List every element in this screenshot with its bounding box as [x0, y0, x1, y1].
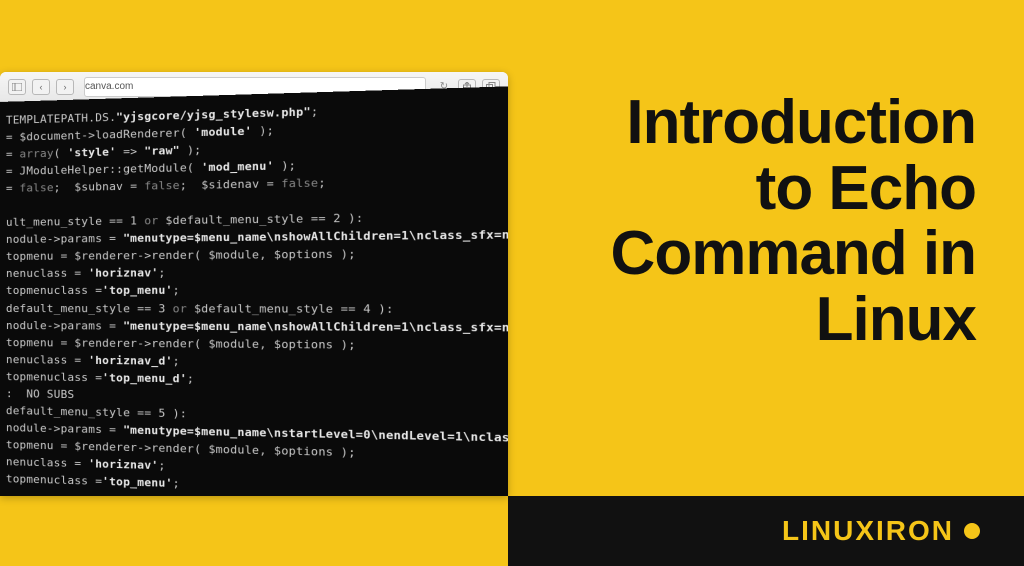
nav-forward-icon[interactable]: ›	[56, 79, 74, 95]
code-block: TEMPLATEPATH.DS."yjsgcore/yjsg_stylesw.p…	[6, 96, 508, 496]
browser-window: ‹ › canva.com ↻ TEMPLATEPATH.DS."yjsgcor…	[0, 72, 508, 496]
headline-line: Command in	[611, 221, 976, 287]
headline-line: to Echo	[611, 156, 976, 222]
code-viewport: TEMPLATEPATH.DS."yjsgcore/yjsg_stylesw.p…	[0, 85, 508, 496]
headline-line: Linux	[611, 287, 976, 353]
nav-back-icon[interactable]: ‹	[32, 79, 50, 95]
footer-bar: LINUXIRON	[508, 496, 1024, 566]
headline-line: Introduction	[611, 90, 976, 156]
address-url: canva.com	[85, 81, 133, 92]
brand-dot-icon	[964, 523, 980, 539]
headline: Introduction to Echo Command in Linux	[611, 90, 976, 353]
brand-text: LINUXIRON	[782, 515, 954, 547]
sidebar-toggle-icon[interactable]	[8, 79, 26, 95]
